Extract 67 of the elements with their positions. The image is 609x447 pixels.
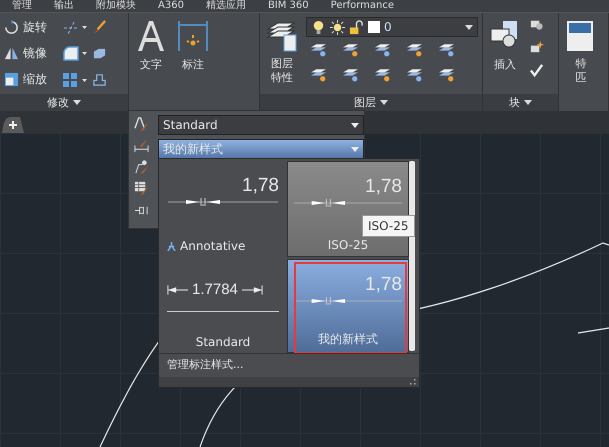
dimension-style-icon[interactable] [134, 138, 149, 153]
layer-properties-button[interactable]: 图层特性 [264, 17, 300, 90]
style-name: Standard [196, 335, 250, 349]
dashed-line-icon[interactable] [62, 19, 88, 36]
layer-tool-icon[interactable] [406, 41, 423, 58]
layer-tool-icon[interactable] [374, 41, 391, 58]
layer-tool-icon[interactable] [374, 66, 391, 83]
ribbon-tab[interactable]: 附加模块 [96, 0, 136, 12]
right-arrow-icon [240, 284, 263, 294]
modify-tool[interactable]: 缩放 [4, 71, 62, 88]
lock-icon [349, 20, 364, 34]
panel-title[interactable]: 图层 [260, 94, 482, 111]
rotate-icon [4, 20, 19, 35]
ribbon-tab[interactable]: 管理 [12, 0, 32, 12]
modify-tool[interactable]: 旋转 [4, 18, 62, 36]
ribbon-tab[interactable]: A360 [158, 0, 184, 12]
layer-tool-icon[interactable] [342, 66, 359, 83]
dimension-icon [177, 19, 209, 53]
text-style-icon[interactable] [134, 117, 149, 132]
ribbon-tab[interactable]: BIM 360 [268, 0, 309, 12]
layer-tool-icon[interactable] [310, 41, 327, 58]
table-style-icon[interactable] [134, 180, 149, 195]
style-name: 我的新样式 [318, 331, 378, 348]
tooltip: ISO-25 [362, 215, 415, 237]
caret-icon [351, 146, 359, 152]
caret-icon [524, 100, 532, 105]
layer-tool-icon[interactable] [406, 66, 423, 83]
panel-title[interactable]: 块 [483, 94, 558, 111]
modify-tool[interactable]: 镜像 [4, 44, 62, 62]
leader-style-icon[interactable] [134, 159, 149, 174]
text-style-dropdown[interactable]: Standard [158, 115, 364, 135]
layer-dropdown[interactable]: 0 [306, 17, 478, 37]
style-name: ISO-25 [328, 238, 368, 252]
mirror-icon [4, 46, 19, 61]
stretch-icon[interactable] [92, 72, 107, 88]
new-tab-button[interactable] [2, 117, 24, 133]
letter-a-icon [135, 19, 167, 53]
array-icon[interactable] [62, 72, 88, 88]
dimension-sample: 1.7784 [167, 281, 279, 298]
layer-tool-icon[interactable] [342, 41, 359, 58]
text-tool-button[interactable]: 文字 [133, 17, 169, 107]
sun-icon [330, 20, 345, 34]
panel-title[interactable]: 修改 [0, 94, 128, 111]
caret-icon [465, 24, 473, 30]
dimension-style-tile[interactable]: 1,78 我的新样式 [287, 259, 409, 353]
bulb-icon [311, 20, 326, 34]
layer-tool-icon[interactable] [310, 66, 327, 83]
scale-icon [4, 72, 19, 88]
style-name: Annotative [180, 239, 246, 253]
manage-dimension-styles-link[interactable]: 管理标注样式... [159, 353, 419, 375]
caret-icon [351, 122, 359, 128]
insert-button[interactable]: 插入 [487, 17, 523, 90]
attribute-check-icon[interactable] [529, 63, 544, 78]
ribbon-tab[interactable]: 输出 [54, 0, 74, 12]
block-edit-icon[interactable] [529, 40, 544, 55]
layer-tool-icon[interactable] [438, 41, 455, 58]
resize-grip-icon[interactable] [410, 379, 416, 385]
ribbon-tab[interactable]: Performance [330, 0, 394, 12]
match-properties-button[interactable]: 特 匹 [563, 17, 599, 107]
layer-tool-icon[interactable] [438, 66, 455, 83]
caret-icon [73, 100, 81, 105]
dimension-tool-button[interactable]: 标注 [175, 17, 211, 107]
fillet-icon[interactable] [62, 45, 88, 62]
brush-icon[interactable] [92, 20, 107, 35]
caret-icon [380, 100, 388, 105]
color-swatch [368, 21, 380, 33]
left-arrow-icon [167, 284, 189, 294]
